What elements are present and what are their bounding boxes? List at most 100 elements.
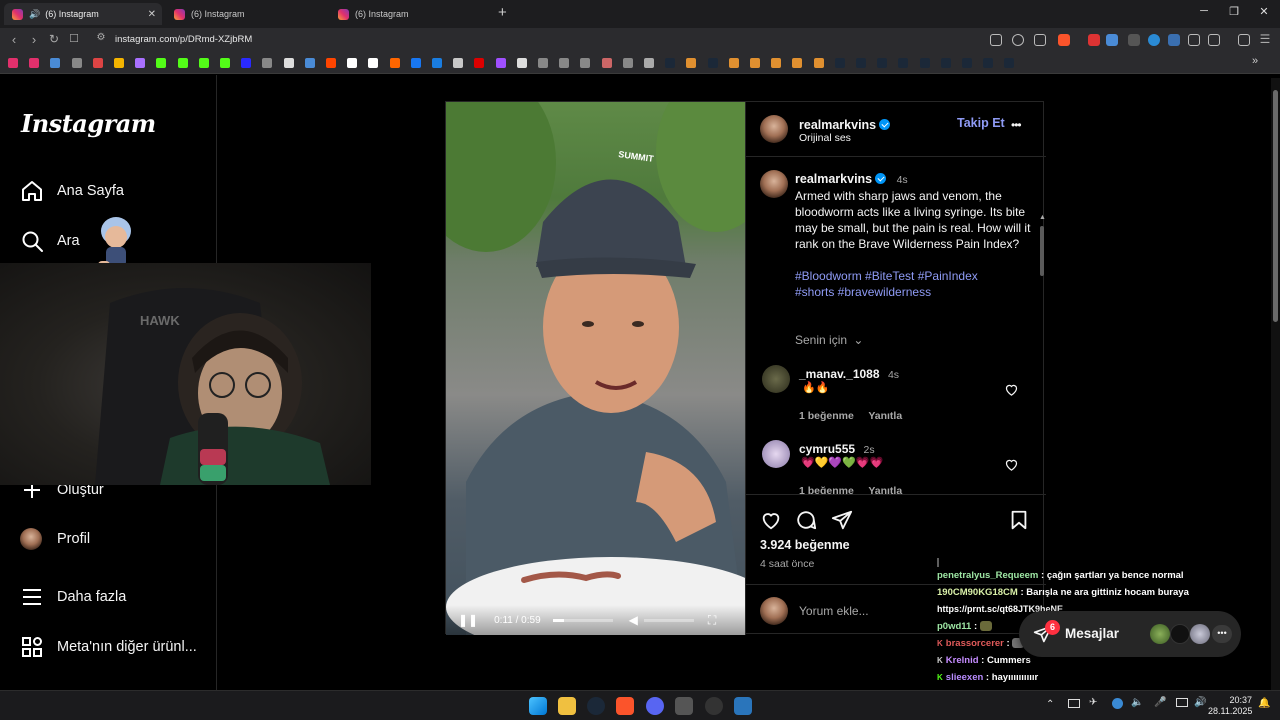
audio-label[interactable]: Orijinal ses xyxy=(799,132,851,144)
bookmark-favicon-icon[interactable] xyxy=(453,58,464,68)
bookmark-favicon-icon[interactable] xyxy=(135,58,146,68)
bookmark-favicon-icon[interactable] xyxy=(156,58,167,68)
battery-icon[interactable] xyxy=(1068,699,1080,708)
sidebar-icon[interactable] xyxy=(1208,34,1220,46)
tab-close-icon[interactable]: ✕ xyxy=(148,9,156,20)
bookmark-favicon-icon[interactable] xyxy=(877,58,888,68)
extensions-puzzle-icon[interactable] xyxy=(1188,34,1200,46)
sidebar-item-more[interactable]: Daha fazla xyxy=(20,585,126,609)
scroll-up-icon[interactable]: ▲ xyxy=(1039,214,1046,221)
bookmark-favicon-icon[interactable] xyxy=(241,58,252,68)
sidebar-item-home[interactable]: Ana Sayfa xyxy=(20,179,124,203)
bookmark-favicon-icon[interactable] xyxy=(559,58,570,68)
bookmark-favicon-icon[interactable] xyxy=(283,58,294,68)
bookmark-favicon-icon[interactable] xyxy=(198,58,209,68)
site-settings-icon[interactable]: ⚙ xyxy=(93,32,109,43)
like-heart-icon[interactable] xyxy=(760,509,782,531)
url-field[interactable]: instagram.com/p/DRmd-XZjbRM xyxy=(115,34,252,45)
bookmark-favicon-icon[interactable] xyxy=(516,58,527,68)
share-icon[interactable] xyxy=(1034,34,1046,46)
heart-icon[interactable] xyxy=(1004,457,1019,472)
comment-icon[interactable] xyxy=(795,509,817,531)
menu-icon[interactable]: ☰ xyxy=(1257,32,1273,46)
close-window-button[interactable]: ✕ xyxy=(1254,5,1274,18)
bookmark-favicon-icon[interactable] xyxy=(304,58,315,68)
chevron-up-icon[interactable]: ⌃ xyxy=(1046,699,1054,710)
reload-button[interactable]: ↻ xyxy=(46,32,62,46)
bookmark-favicon-icon[interactable] xyxy=(601,58,612,68)
bookmark-favicon-icon[interactable] xyxy=(898,58,909,68)
forward-button[interactable]: › xyxy=(26,32,42,47)
share-icon[interactable] xyxy=(831,509,853,531)
speaker-icon[interactable]: 🔊 xyxy=(29,9,40,20)
brave-browser-icon[interactable] xyxy=(616,697,634,715)
sort-dropdown[interactable]: Senin için ⌄ xyxy=(795,333,863,347)
bookmark-favicon-icon[interactable] xyxy=(71,58,82,68)
video-progress-bar[interactable] xyxy=(552,618,613,622)
comment-input[interactable]: Yorum ekle... xyxy=(799,604,869,618)
app-icon[interactable] xyxy=(675,697,693,715)
comments-scrollbar[interactable]: ▲ ▼ xyxy=(1038,214,1046,494)
notification-bell-icon[interactable]: 🔔 xyxy=(1258,698,1270,709)
bookmark-favicon-icon[interactable] xyxy=(1004,58,1015,68)
bookmark-favicon-icon[interactable] xyxy=(92,58,103,68)
bookmark-favicon-icon[interactable] xyxy=(262,58,273,68)
minimize-button[interactable]: ─ xyxy=(1194,5,1214,17)
bookmark-favicon-icon[interactable] xyxy=(368,58,379,68)
bookmark-favicon-icon[interactable] xyxy=(962,58,972,68)
comment-likes[interactable]: 1 beğenme xyxy=(799,485,854,494)
volume-slider[interactable] xyxy=(643,618,694,622)
network-icon[interactable] xyxy=(1176,698,1188,707)
reply-button[interactable]: Yanıtla xyxy=(868,410,902,422)
bookmark-favicon-icon[interactable] xyxy=(750,58,760,68)
discord-icon[interactable] xyxy=(646,697,664,715)
bookmark-favicon-icon[interactable] xyxy=(326,58,336,68)
media-icon[interactable] xyxy=(1238,34,1250,46)
bookmark-favicon-icon[interactable] xyxy=(29,58,40,68)
bookmark-favicon-icon[interactable] xyxy=(495,58,506,68)
bookmark-favicon-icon[interactable] xyxy=(622,58,633,68)
bookmark-favicon-icon[interactable] xyxy=(707,58,718,68)
extension-icon[interactable] xyxy=(1088,34,1100,46)
cast-icon[interactable] xyxy=(990,34,1002,46)
messages-button[interactable]: 6 Mesajlar ••• xyxy=(1019,611,1241,657)
reel-video[interactable]: SUMMIT ❚❚ 0:11 / 0:59 ◀ ⛶ xyxy=(446,102,745,635)
caption-author[interactable]: realmarkvins xyxy=(795,172,872,186)
clock[interactable]: 20:37 28.11.2025 xyxy=(1208,695,1252,717)
speaker-icon[interactable]: 🔈 xyxy=(1131,697,1143,708)
tab-instagram-1[interactable]: 🔊 (6) Instagram ✕ xyxy=(4,3,162,25)
new-tab-button[interactable]: + xyxy=(498,4,507,21)
heart-icon[interactable] xyxy=(1004,382,1019,397)
extension-icon[interactable] xyxy=(1106,34,1118,46)
bookmark-favicon-icon[interactable] xyxy=(8,58,18,68)
bookmark-favicon-icon[interactable] xyxy=(114,58,124,68)
scrollbar-thumb[interactable] xyxy=(1040,226,1044,276)
tab-instagram-2[interactable]: (6) Instagram xyxy=(166,3,326,25)
instagram-logo[interactable]: Instagram xyxy=(21,109,156,138)
pause-icon[interactable]: ❚❚ xyxy=(458,613,478,627)
bookmark-favicon-icon[interactable] xyxy=(665,58,676,68)
bookmark-favicon-icon[interactable] xyxy=(813,58,824,68)
bookmark-icon[interactable]: ☐ xyxy=(66,32,82,45)
bookmark-favicon-icon[interactable] xyxy=(728,58,739,68)
sidebar-item-search[interactable]: Ara xyxy=(20,229,80,253)
bookmark-favicon-icon[interactable] xyxy=(644,58,654,68)
bookmark-favicon-icon[interactable] xyxy=(940,58,951,68)
start-icon[interactable] xyxy=(529,697,547,715)
extension-icon[interactable] xyxy=(1168,34,1180,46)
commenter-avatar[interactable] xyxy=(762,440,790,468)
author-avatar[interactable] xyxy=(760,115,788,143)
hashtags[interactable]: #shorts #bravewilderness xyxy=(795,284,1033,300)
app-icon[interactable] xyxy=(734,697,752,715)
bookmark-favicon-icon[interactable] xyxy=(50,58,61,68)
extension-icon[interactable] xyxy=(1148,34,1160,46)
page-scrollbar[interactable] xyxy=(1271,78,1280,690)
back-button[interactable]: ‹ xyxy=(6,32,22,47)
author-avatar[interactable] xyxy=(760,170,788,198)
bookmark-favicon-icon[interactable] xyxy=(389,58,400,68)
volume-icon[interactable]: ◀ xyxy=(629,613,638,627)
bookmark-favicon-icon[interactable] xyxy=(834,58,845,68)
bookmark-favicon-icon[interactable] xyxy=(347,58,358,68)
more-options-icon[interactable]: ••• xyxy=(1011,118,1022,132)
commenter-avatar[interactable] xyxy=(762,365,790,393)
